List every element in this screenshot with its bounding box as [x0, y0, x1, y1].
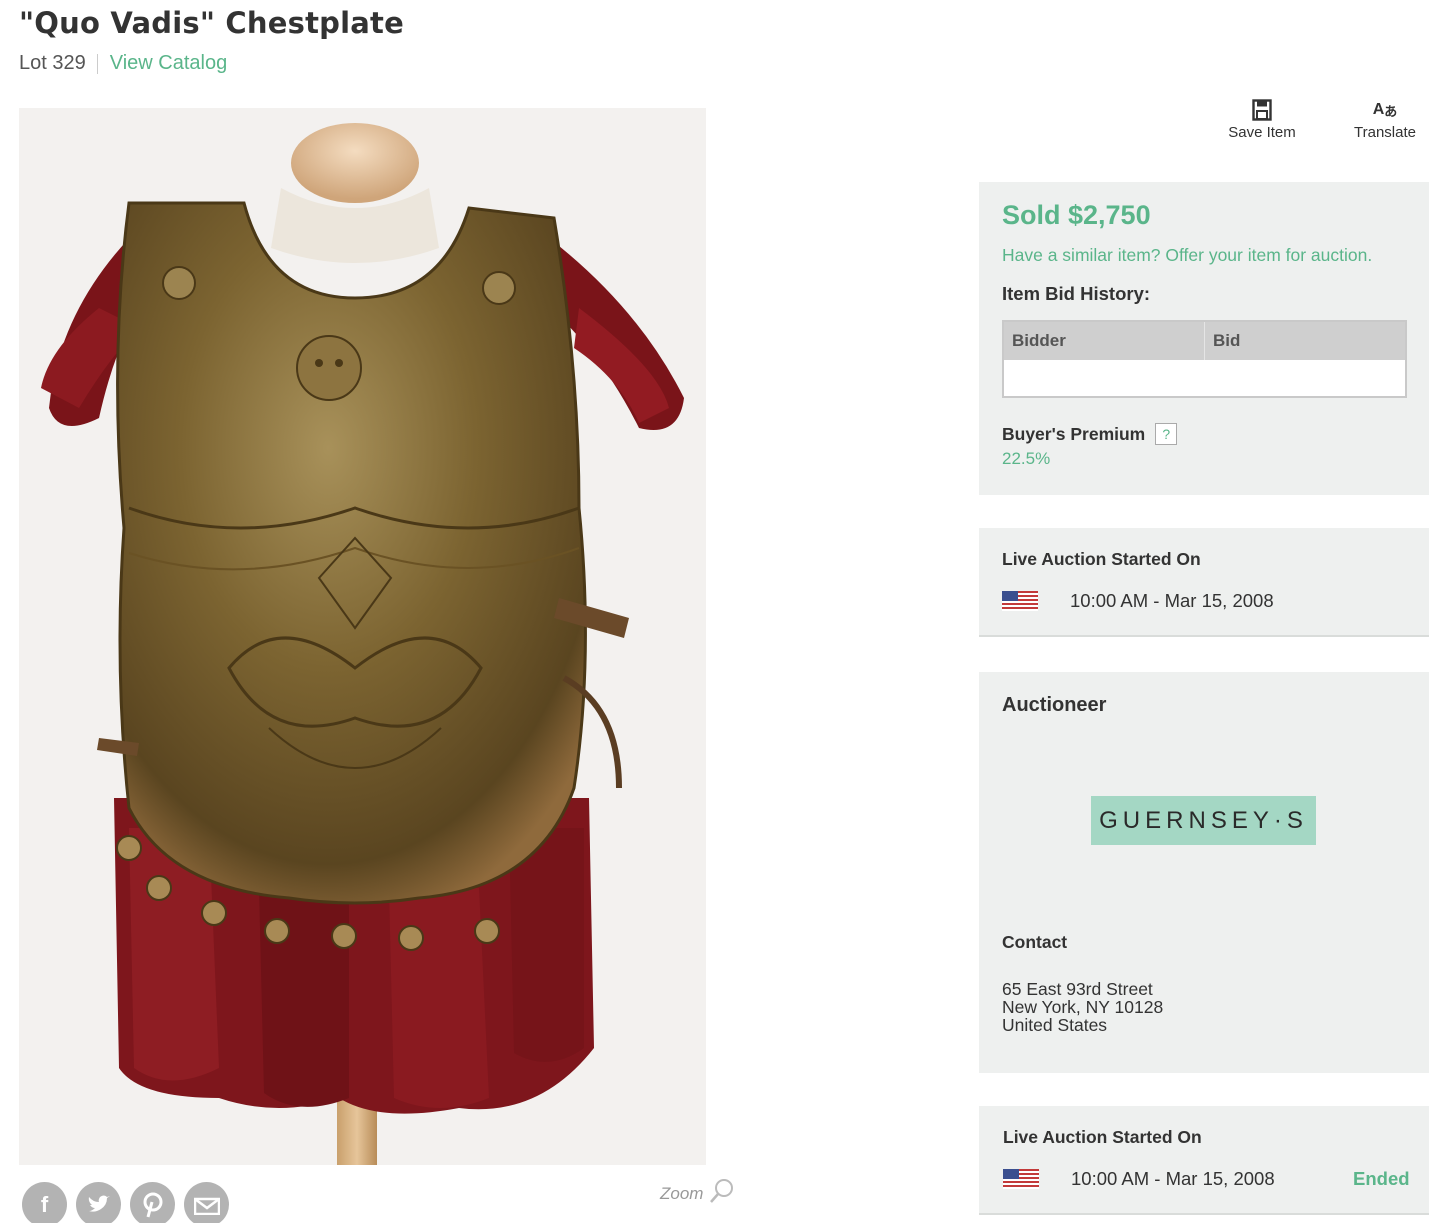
- facebook-icon[interactable]: f: [22, 1182, 67, 1223]
- zoom-label: Zoom: [660, 1183, 704, 1203]
- table-header: Bidder Bid: [1004, 322, 1405, 360]
- email-icon[interactable]: [184, 1182, 229, 1223]
- live-auction-heading: Live Auction Started On: [1002, 549, 1201, 569]
- us-flag-icon: [1002, 591, 1038, 611]
- lot-line: Lot 329 View Catalog: [19, 52, 227, 75]
- live-auction-panel: Live Auction Started On 10:00 AM - Mar 1…: [979, 528, 1429, 637]
- live-auction-panel-2: Live Auction Started On 10:00 AM - Mar 1…: [979, 1106, 1429, 1215]
- pinterest-icon[interactable]: [130, 1182, 175, 1223]
- lot-number: Lot 329: [19, 52, 86, 74]
- auctioneer-heading: Auctioneer: [1002, 694, 1107, 716]
- bid-column-header: Bid: [1213, 331, 1241, 350]
- buyers-premium: Buyer's Premium ?: [1002, 423, 1178, 445]
- live-auction-heading: Live Auction Started On: [1003, 1127, 1202, 1147]
- translate-button[interactable]: Aあ Translate: [1346, 96, 1424, 141]
- translate-label: Translate: [1354, 124, 1416, 141]
- us-flag-icon: [1003, 1169, 1039, 1189]
- social-share-bar: f: [22, 1182, 229, 1223]
- auction-start-time: 10:00 AM - Mar 15, 2008: [1071, 1168, 1275, 1189]
- save-item-button[interactable]: Save Item: [1222, 96, 1302, 141]
- translate-icon: Aあ: [1372, 101, 1398, 119]
- page-title: "Quo Vadis" Chestplate: [19, 6, 404, 40]
- address-line: New York, NY 10128: [1002, 997, 1164, 1017]
- twitter-icon[interactable]: [76, 1182, 121, 1223]
- buyers-premium-value: 22.5%: [1002, 449, 1051, 468]
- save-item-label: Save Item: [1228, 124, 1296, 141]
- magnifier-icon: [709, 1178, 735, 1209]
- sold-price: Sold $2,750: [1002, 200, 1151, 230]
- auction-status-badge: Ended: [1353, 1168, 1410, 1189]
- item-photo[interactable]: [19, 108, 706, 1165]
- address-line: 65 East 93rd Street: [1002, 979, 1153, 999]
- address-line: United States: [1002, 1015, 1108, 1035]
- auctioneer-panel: Auctioneer GUERNSEY·S Contact 65 East 93…: [979, 672, 1429, 1073]
- auctioneer-address: 65 East 93rd Street New York, NY 10128 U…: [1002, 980, 1163, 1034]
- view-catalog-link[interactable]: View Catalog: [110, 52, 227, 75]
- zoom-button[interactable]: Zoom: [660, 1178, 735, 1209]
- bid-history-heading: Item Bid History:: [1002, 283, 1151, 304]
- auction-start-time: 10:00 AM - Mar 15, 2008: [1070, 590, 1274, 611]
- auctioneer-logo[interactable]: GUERNSEY·S: [1091, 796, 1316, 845]
- sale-panel: Sold $2,750 Have a similar item? Offer y…: [979, 182, 1429, 495]
- save-icon: [1252, 96, 1272, 124]
- divider: [96, 53, 98, 74]
- bidder-column-header: Bidder: [1004, 322, 1205, 360]
- offer-similar-item-link[interactable]: Have a similar item? Offer your item for…: [1002, 245, 1372, 266]
- contact-heading: Contact: [1002, 932, 1068, 952]
- buyers-premium-label: Buyer's Premium: [1002, 423, 1146, 444]
- help-icon[interactable]: ?: [1155, 423, 1178, 445]
- bid-history-table: Bidder Bid: [1002, 320, 1407, 398]
